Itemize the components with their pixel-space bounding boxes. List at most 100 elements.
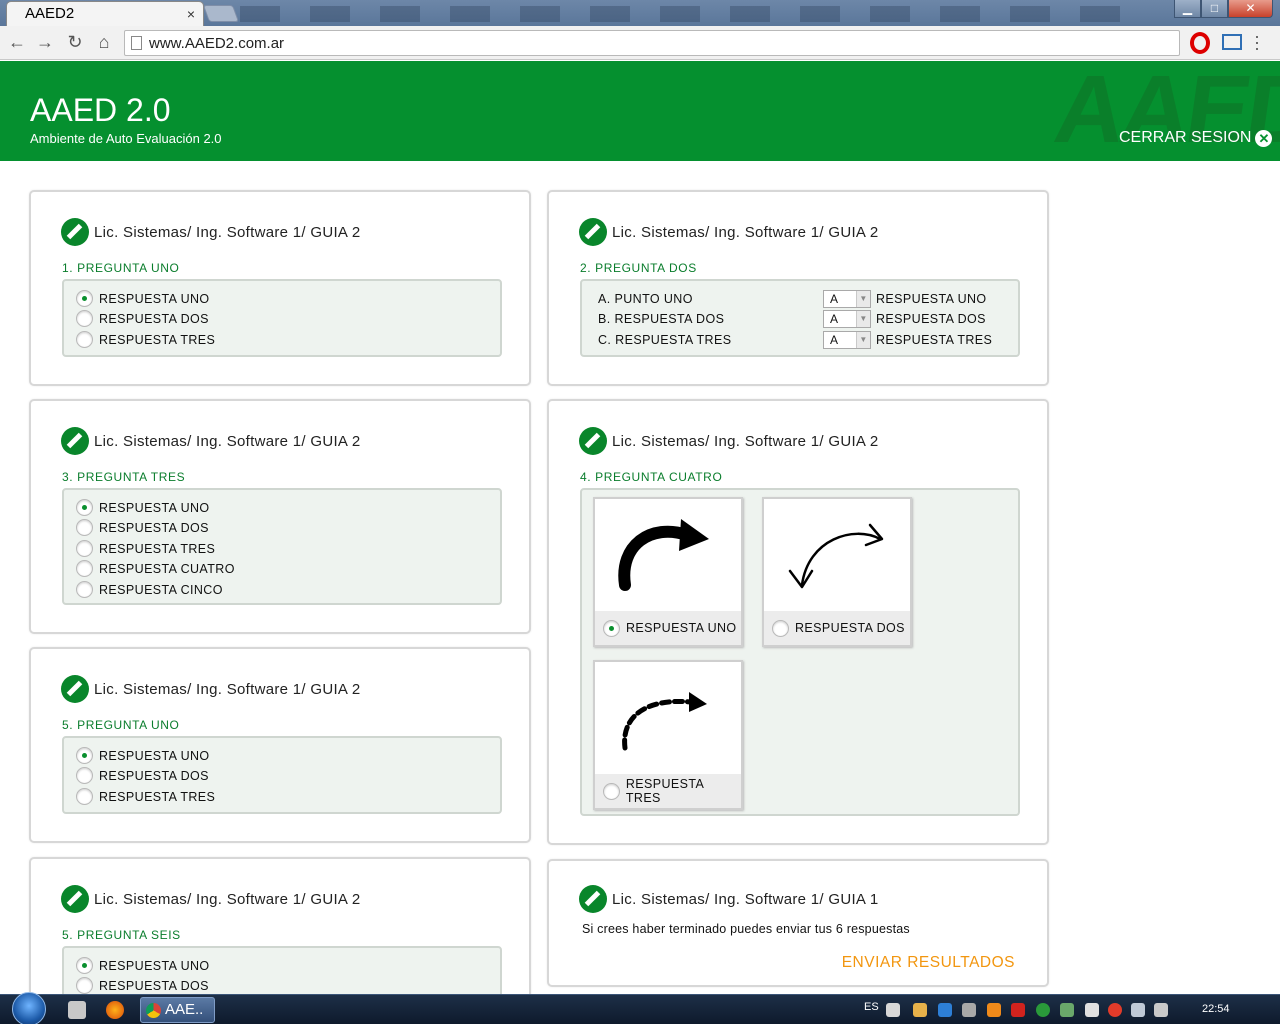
home-icon[interactable]: ⌂	[93, 32, 115, 53]
radio-option[interactable]: RESPUESTA CINCO	[76, 581, 223, 598]
radio-button[interactable]	[76, 519, 93, 536]
radio-button[interactable]	[76, 560, 93, 577]
tray-app-icon[interactable]	[1085, 1003, 1099, 1017]
question-label: 2. PREGUNTA DOS	[580, 261, 697, 275]
close-window-button[interactable]: ✕	[1228, 0, 1273, 18]
send-results-button[interactable]: ENVIAR RESULTADOS	[842, 954, 1015, 972]
forward-arrow-icon[interactable]: →	[34, 32, 56, 53]
tray-app-icon[interactable]	[913, 1003, 927, 1017]
logout-button[interactable]: CERRAR SESION ✕	[1119, 129, 1273, 147]
new-tab-button[interactable]	[202, 5, 240, 22]
taskbar-task-chrome[interactable]: AAE..	[140, 997, 215, 1023]
card-header: Lic. Sistemas/ Ing. Software 1/ GUIA 2	[61, 218, 361, 246]
select-value: A	[830, 312, 839, 326]
radio-option[interactable]: RESPUESTA UNO	[76, 290, 210, 307]
radio-button[interactable]	[76, 310, 93, 327]
radio-option[interactable]: RESPUESTA DOS	[76, 310, 209, 327]
radio-button[interactable]	[76, 540, 93, 557]
radio-option[interactable]: RESPUESTA UNO	[76, 747, 210, 764]
option-label: RESPUESTA CINCO	[99, 582, 223, 597]
radio-button[interactable]	[76, 747, 93, 764]
radio-option[interactable]: RESPUESTA DOS	[76, 519, 209, 536]
background-window-strip	[240, 6, 1140, 22]
match-select[interactable]: A ▼	[823, 290, 871, 308]
menu-icon[interactable]: · · ·	[1254, 27, 1268, 57]
radio-button[interactable]	[76, 331, 93, 348]
radio-button[interactable]	[772, 619, 789, 637]
radio-option[interactable]: RESPUESTA DOS	[76, 977, 209, 994]
chrome-icon	[146, 1003, 161, 1018]
radio-button[interactable]	[603, 782, 620, 800]
radio-option[interactable]: RESPUESTA UNO	[76, 957, 210, 974]
main-content: Lic. Sistemas/ Ing. Software 1/ GUIA 2 1…	[0, 161, 1280, 994]
acrobat-icon[interactable]	[1011, 1003, 1025, 1017]
option-label: RESPUESTA DOS	[99, 311, 209, 326]
radio-button[interactable]	[76, 499, 93, 516]
start-button[interactable]	[12, 992, 46, 1024]
pencil-icon	[579, 427, 607, 455]
match-row: B. RESPUESTA DOS A ▼ RESPUESTA DOS	[598, 310, 1018, 328]
radio-option[interactable]: RESPUESTA TRES	[76, 331, 215, 348]
image-option[interactable]: RESPUESTA TRES	[593, 660, 743, 810]
radio-button[interactable]	[76, 977, 93, 994]
browser-tab[interactable]: AAED2 ×	[6, 1, 204, 26]
network-icon[interactable]	[1131, 1003, 1145, 1017]
volume-icon[interactable]	[1154, 1003, 1168, 1017]
tray-app-icon[interactable]	[962, 1003, 976, 1017]
pencil-icon	[579, 885, 607, 913]
tray-app-icon[interactable]	[1036, 1003, 1050, 1017]
radio-button[interactable]	[76, 767, 93, 784]
chevron-down-icon: ▼	[856, 291, 870, 307]
radio-option[interactable]: RESPUESTA UNO	[76, 499, 210, 516]
explorer-icon[interactable]	[68, 1001, 86, 1019]
dropbox-icon[interactable]	[938, 1003, 952, 1017]
back-arrow-icon[interactable]: ←	[6, 32, 28, 53]
image-option[interactable]: RESPUESTA UNO	[593, 497, 743, 647]
dashed-curved-arrow-icon	[622, 692, 707, 751]
tray-app-icon[interactable]	[1060, 1003, 1074, 1017]
url-text[interactable]: www.AAED2.com.ar	[149, 35, 284, 52]
option-label: RESPUESTA UNO	[99, 291, 210, 306]
option-label: RESPUESTA UNO	[99, 748, 210, 763]
radio-button[interactable]	[76, 290, 93, 307]
match-select[interactable]: A ▼	[823, 331, 871, 349]
options-box: RESPUESTA UNO RESPUESTA DOS RESPUESTA TR…	[580, 488, 1020, 816]
match-right-label: RESPUESTA TRES	[876, 333, 993, 347]
tray-app-icon[interactable]	[1108, 1003, 1122, 1017]
reload-icon[interactable]: ↻	[64, 32, 86, 53]
option-label: RESPUESTA DOS	[99, 978, 209, 993]
app-header: AAED AAED 2.0 Ambiente de Auto Evaluació…	[0, 61, 1280, 161]
card-title: Lic. Sistemas/ Ing. Software 1/ GUIA 2	[612, 223, 879, 241]
address-bar[interactable]: www.AAED2.com.ar	[124, 30, 1180, 56]
select-value: A	[830, 333, 839, 347]
pencil-icon	[579, 218, 607, 246]
question-card: Lic. Sistemas/ Ing. Software 1/ GUIA 2 5…	[29, 647, 531, 843]
option-label: RESPUESTA TRES	[99, 541, 216, 556]
match-select[interactable]: A ▼	[823, 310, 871, 328]
radio-button[interactable]	[76, 581, 93, 598]
radio-button[interactable]	[76, 957, 93, 974]
radio-option[interactable]: RESPUESTA CUATRO	[76, 560, 235, 577]
keyboard-icon[interactable]	[886, 1003, 900, 1017]
app-title: AAED 2.0	[30, 92, 171, 128]
radio-button[interactable]	[603, 619, 620, 637]
maximize-button[interactable]: □	[1201, 0, 1228, 18]
clock[interactable]: 22:54	[1202, 1003, 1230, 1015]
radio-option[interactable]: RESPUESTA DOS	[76, 767, 209, 784]
os-taskbar: AAE.. ES 22:54	[0, 992, 1280, 1024]
cast-icon[interactable]	[1222, 34, 1242, 50]
radio-button[interactable]	[76, 788, 93, 805]
tray-app-icon[interactable]	[987, 1003, 1001, 1017]
radio-option[interactable]: RESPUESTA TRES	[76, 788, 215, 805]
firefox-icon[interactable]	[106, 1001, 124, 1019]
options-box: A. PUNTO UNO A ▼ RESPUESTA UNO B. RESPUES…	[580, 279, 1020, 357]
radio-option[interactable]: RESPUESTA TRES	[76, 540, 215, 557]
tab-close-icon[interactable]: ×	[187, 6, 195, 22]
tab-title: AAED2	[25, 5, 75, 22]
language-indicator[interactable]: ES	[864, 1001, 879, 1013]
minimize-button[interactable]: ▁	[1174, 0, 1201, 18]
browser-toolbar: ← → ↻ ⌂ www.AAED2.com.ar · · ·	[0, 26, 1280, 60]
image-option[interactable]: RESPUESTA DOS	[762, 497, 912, 647]
opera-icon[interactable]	[1190, 32, 1210, 54]
question-label: 5. PREGUNTA UNO	[62, 718, 180, 732]
